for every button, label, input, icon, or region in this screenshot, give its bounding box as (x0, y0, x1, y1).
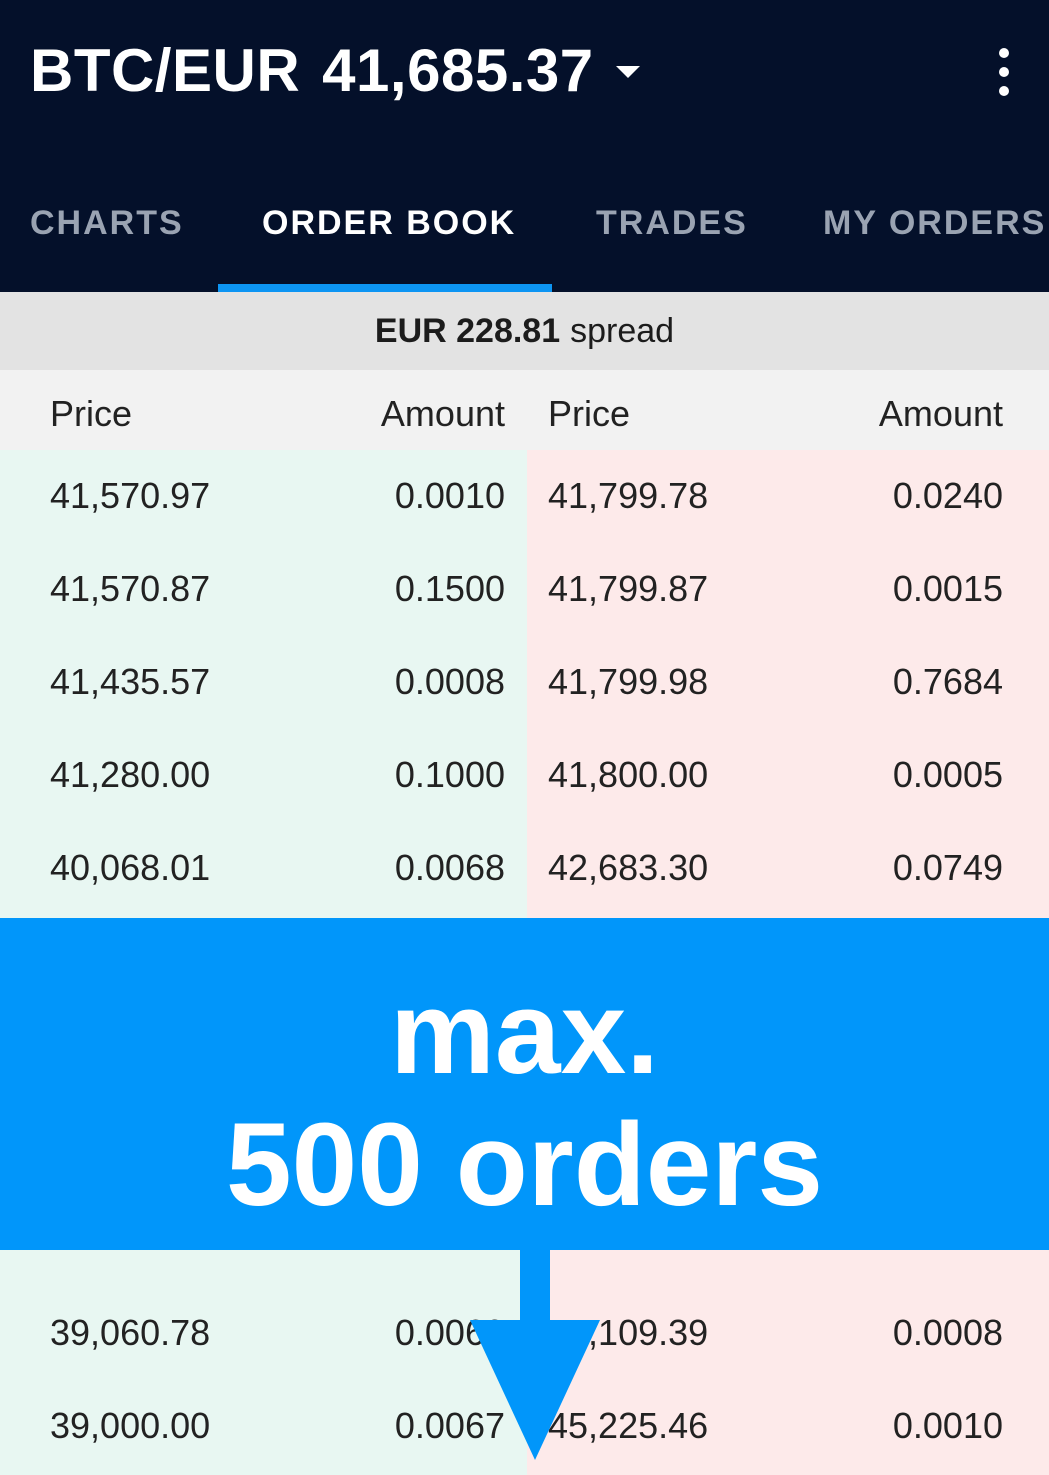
ask-amount: 0.0749 (892, 847, 1003, 888)
ask-price: 41,800.00 (548, 754, 709, 795)
order-book-column-header: Price Amount Price Amount (0, 370, 1049, 450)
bid-amount: 0.0068 (394, 847, 505, 888)
market-selector[interactable]: BTC/EUR 41,685.37 (30, 30, 640, 110)
ask-amount: 0.0008 (892, 1312, 1003, 1353)
kebab-menu-icon[interactable] (988, 48, 1020, 96)
bid-price: 39,000.00 (50, 1405, 211, 1446)
ask-amount: 0.7684 (892, 661, 1003, 702)
menu-dot (999, 86, 1009, 96)
max-orders-banner: max. 500 orders (0, 918, 1049, 1250)
bid-amount: 0.1500 (394, 568, 505, 609)
bid-amount: 0.0010 (394, 475, 505, 516)
bid-amount: 0.1000 (394, 754, 505, 795)
tab-trades[interactable]: TRADES (596, 204, 748, 250)
menu-dot (999, 48, 1009, 58)
chevron-down-icon[interactable] (615, 66, 640, 78)
bid-price: 41,435.57 (50, 661, 211, 702)
bid-price: 41,570.97 (50, 475, 211, 516)
active-tab-indicator (218, 284, 552, 292)
tab-charts[interactable]: CHARTS (30, 204, 184, 250)
banner-line-1: max. (390, 967, 659, 1099)
banner-line-2: 500 orders (226, 1099, 823, 1231)
ask-price: 41,799.98 (548, 661, 709, 702)
spread-label: spread (570, 311, 675, 350)
spread-bar: EUR 228.81 spread (0, 292, 1049, 370)
order-book-row[interactable]: 41,570.87 0.1500 41,799.87 0.0015 (0, 543, 1049, 636)
order-book-row[interactable]: 41,280.00 0.1000 41,800.00 0.0005 (0, 729, 1049, 822)
ask-amount: 0.0010 (892, 1405, 1003, 1446)
bid-price: 40,068.01 (50, 847, 211, 888)
bid-price: 41,280.00 (50, 754, 211, 795)
ask-amount-header: Amount (878, 393, 1003, 434)
order-book-row[interactable]: 41,435.57 0.0008 41,799.98 0.7684 (0, 636, 1049, 729)
bid-amount: 0.0008 (394, 661, 505, 702)
ask-price: 42,683.30 (548, 847, 709, 888)
tab-order-book[interactable]: ORDER BOOK (262, 204, 516, 250)
bid-amount-header: Amount (380, 393, 505, 434)
ask-price: 41,799.78 (548, 475, 709, 516)
bid-price: 41,570.87 (50, 568, 211, 609)
order-book-row[interactable]: 40,068.01 0.0068 42,683.30 0.0749 (0, 822, 1049, 915)
bid-price-header: Price (50, 393, 133, 434)
ask-amount: 0.0005 (892, 754, 1003, 795)
arrow-down-icon (470, 1250, 600, 1460)
ask-price-header: Price (548, 393, 631, 434)
ask-price: 41,799.87 (548, 568, 709, 609)
menu-dot (999, 67, 1009, 77)
tab-my-orders[interactable]: MY ORDERS (823, 204, 1046, 250)
bid-price: 39,060.78 (50, 1312, 211, 1353)
order-book-row[interactable]: 41,570.97 0.0010 41,799.78 0.0240 (0, 450, 1049, 543)
ask-amount: 0.0240 (892, 475, 1003, 516)
ask-amount: 0.0015 (892, 568, 1003, 609)
market-pair: BTC/EUR (30, 36, 301, 104)
app-header: BTC/EUR 41,685.37 CHARTS ORDER BOOK TRAD… (0, 0, 1049, 292)
market-price: 41,685.37 (322, 36, 594, 104)
spread-value: EUR 228.81 (374, 311, 561, 350)
